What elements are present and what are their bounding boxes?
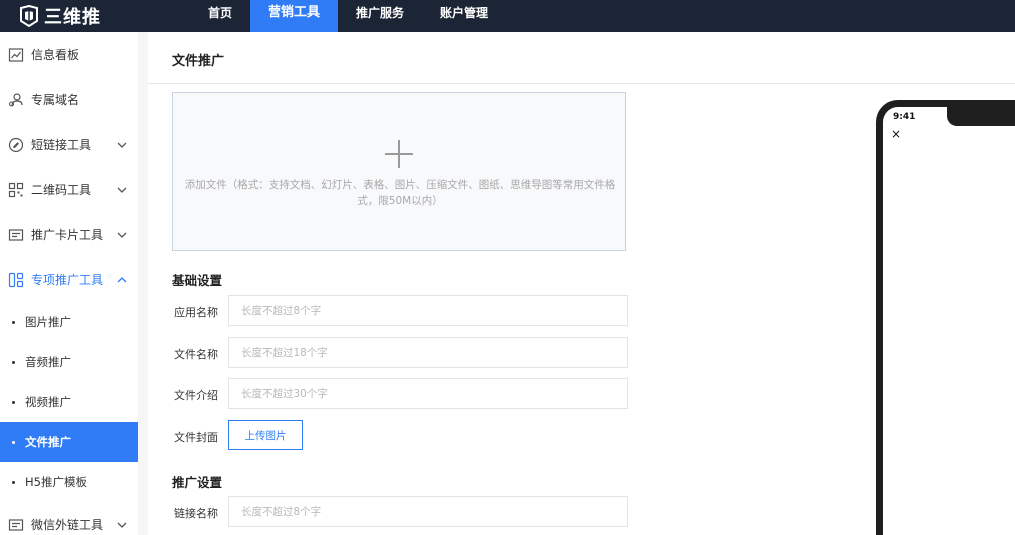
chevron-down-icon[interactable] <box>116 139 128 151</box>
sidebar-subitem-label: 音频推广 <box>25 355 71 369</box>
grid-icon <box>8 272 24 288</box>
chevron-down-icon[interactable] <box>116 184 128 196</box>
app-name-input[interactable] <box>228 295 628 326</box>
divider <box>148 83 1015 84</box>
file-intro-input[interactable] <box>228 378 628 409</box>
phone-preview: 9:41 × <box>876 100 1015 535</box>
sidebar-item-qrcode[interactable]: 二维码工具 <box>0 167 138 212</box>
sidebar-subitem-label: 视频推广 <box>25 395 71 409</box>
sidebar-item-special-promo[interactable]: 专项推广工具 <box>0 257 138 302</box>
sidebar: 信息看板 专属域名 短链接工具 二维码工具 推广卡片工具 专项推广工具 图片推广… <box>0 32 138 535</box>
chart-icon <box>8 47 24 63</box>
sidebar-subitem-image-promo[interactable]: 图片推广 <box>0 302 138 342</box>
file-name-label: 文件名称 <box>174 348 218 361</box>
bullet-dot <box>12 400 15 404</box>
sidebar-item-label: 信息看板 <box>31 48 80 62</box>
file-intro-label: 文件介绍 <box>174 389 218 402</box>
user-link-icon <box>8 92 24 108</box>
upload-hint: 添加文件（格式：支持文档、幻灯片、表格、图片、压缩文件、图纸、思维导图等常用文件… <box>184 179 616 207</box>
promo-settings-title: 推广设置 <box>172 475 223 490</box>
logo[interactable]: 三维推 <box>18 3 101 29</box>
logo-text: 三维推 <box>44 7 101 28</box>
sidebar-item-label: 微信外链工具 <box>31 518 104 532</box>
bullet-dot <box>12 480 15 484</box>
phone-notch <box>947 100 1015 126</box>
sidebar-item-label: 专属域名 <box>31 93 80 107</box>
sidebar-item-dashboard[interactable]: 信息看板 <box>0 32 138 77</box>
nav-home[interactable]: 首页 <box>190 0 250 32</box>
nav-promotion-services[interactable]: 推广服务 <box>338 0 422 32</box>
basic-settings-title: 基础设置 <box>172 273 223 288</box>
nav-account-management[interactable]: 账户管理 <box>422 0 506 32</box>
nav-marketing-tools[interactable]: 营销工具 <box>250 0 339 32</box>
card-icon <box>8 227 24 243</box>
phone-time: 9:41 <box>893 112 916 122</box>
sidebar-subitem-label: 文件推广 <box>25 435 71 449</box>
close-icon[interactable]: × <box>891 127 901 141</box>
sidebar-subitem-h5-template[interactable]: H5推广模板 <box>0 462 138 502</box>
page-title: 文件推广 <box>172 54 225 69</box>
bullet-dot <box>12 360 15 364</box>
sidebar-item-label: 短链接工具 <box>31 138 92 152</box>
sidebar-item-short-link[interactable]: 短链接工具 <box>0 122 138 167</box>
chevron-up-icon[interactable] <box>116 274 128 286</box>
sidebar-subitem-video-promo[interactable]: 视频推广 <box>0 382 138 422</box>
file-upload-area[interactable]: 添加文件（格式：支持文档、幻灯片、表格、图片、压缩文件、图纸、思维导图等常用文件… <box>172 92 626 251</box>
sidebar-subitem-label: 图片推广 <box>25 315 71 329</box>
file-name-input[interactable] <box>228 337 628 368</box>
main-content: 文件推广 添加文件（格式：支持文档、幻灯片、表格、图片、压缩文件、图纸、思维导图… <box>148 32 1015 535</box>
sidebar-subitem-audio-promo[interactable]: 音频推广 <box>0 342 138 382</box>
sidebar-item-promo-card[interactable]: 推广卡片工具 <box>0 212 138 257</box>
sidebar-item-label: 推广卡片工具 <box>31 228 104 242</box>
link-name-input[interactable] <box>228 496 628 527</box>
chevron-down-icon[interactable] <box>116 519 128 531</box>
sidebar-item-custom-domain[interactable]: 专属域名 <box>0 77 138 122</box>
upload-image-button[interactable]: 上传图片 <box>228 420 303 450</box>
bullet-dot <box>12 320 15 324</box>
plus-icon <box>385 140 413 168</box>
sidebar-subitem-label: H5推广模板 <box>25 475 87 489</box>
qrcode-icon <box>8 182 24 198</box>
logo-icon <box>20 5 38 27</box>
bullet-dot <box>12 440 15 444</box>
link-name-label: 链接名称 <box>174 507 218 520</box>
paperclip-icon <box>8 137 24 153</box>
sidebar-subitem-file-promo[interactable]: 文件推广 <box>0 422 138 462</box>
app-name-label: 应用名称 <box>174 306 218 319</box>
top-bar: 三维推 首页 营销工具 推广服务 账户管理 <box>0 0 1015 32</box>
sidebar-item-wechat-link[interactable]: 微信外链工具 <box>0 502 138 535</box>
file-cover-label: 文件封面 <box>174 431 218 444</box>
chevron-down-icon[interactable] <box>116 229 128 241</box>
sidebar-item-label: 专项推广工具 <box>31 273 104 287</box>
card-icon <box>8 517 24 533</box>
sidebar-item-label: 二维码工具 <box>31 183 92 197</box>
top-nav: 首页 营销工具 推广服务 账户管理 <box>190 0 506 32</box>
